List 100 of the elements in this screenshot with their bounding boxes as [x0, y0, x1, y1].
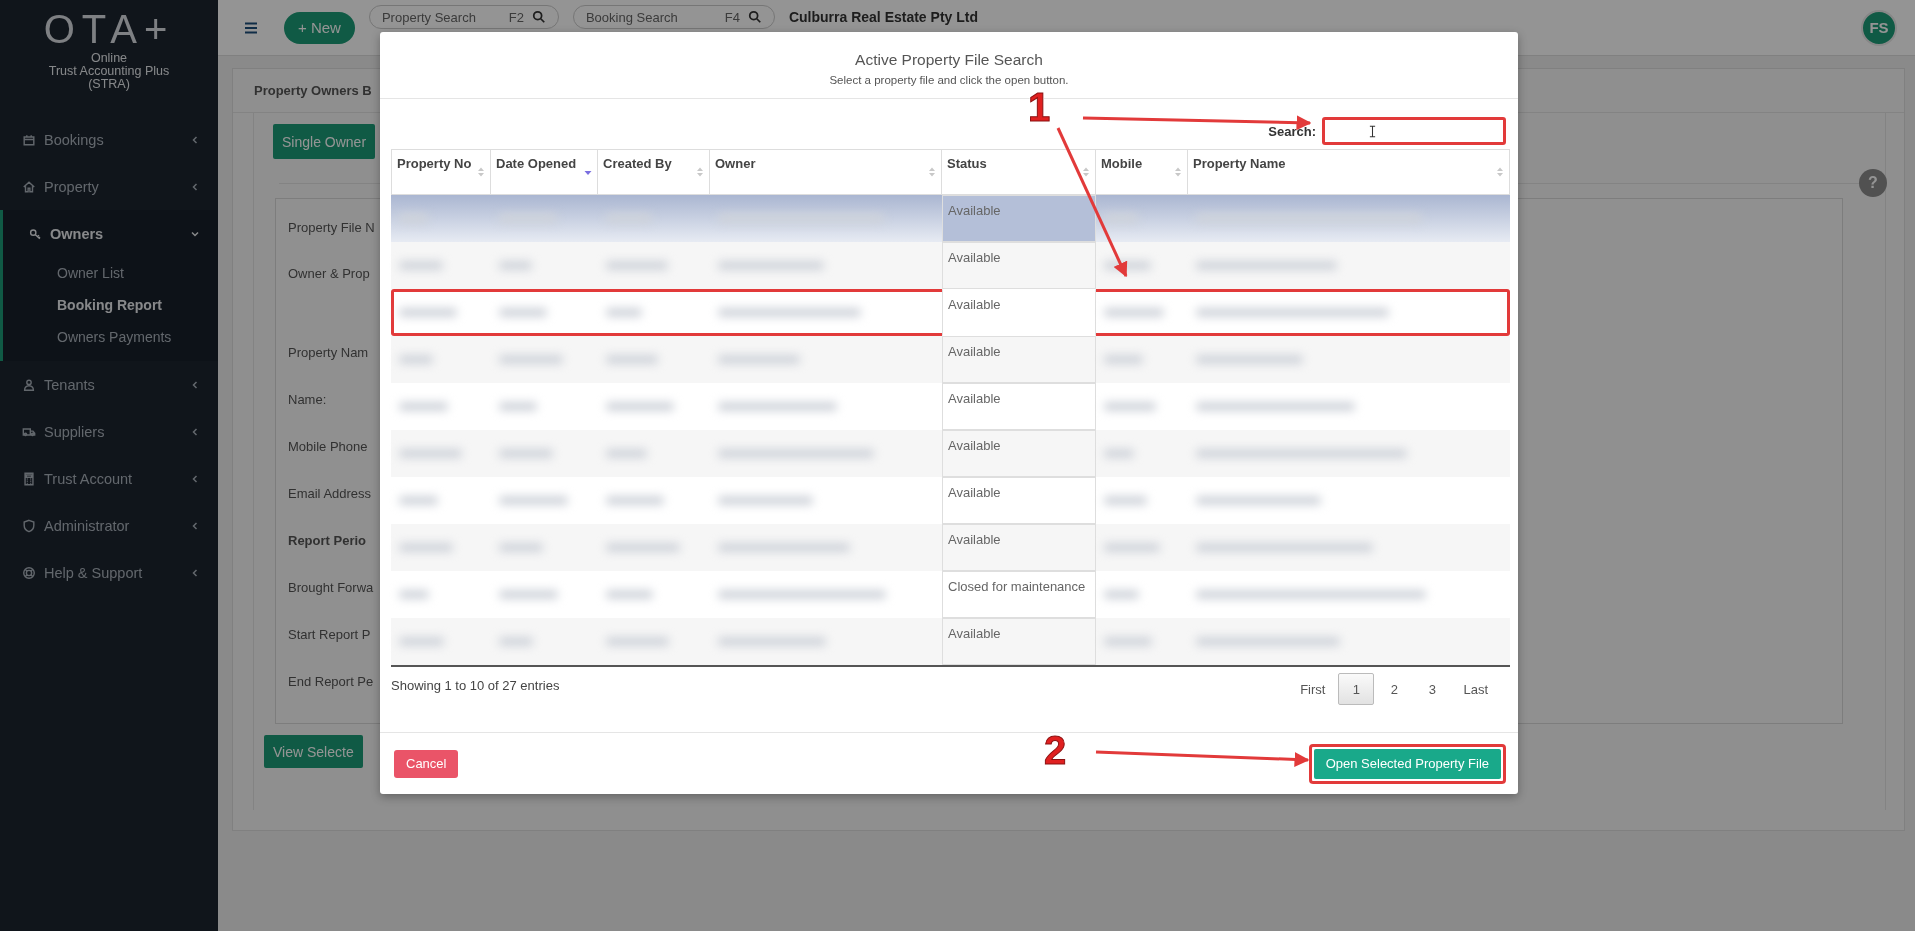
- sidebar-item[interactable]: Help & Support: [0, 549, 218, 596]
- company-name: Culburra Real Estate Pty Ltd: [788, 9, 979, 25]
- step-number: 2: [1044, 730, 1067, 770]
- key-icon: [28, 226, 42, 241]
- sidebar-item[interactable]: Administrator: [0, 502, 218, 549]
- form-label: Property Nam: [288, 345, 369, 360]
- form-label: Mobile Phone: [288, 439, 368, 454]
- sidebar-subitem[interactable]: Owner List: [3, 257, 218, 289]
- page-button[interactable]: Last: [1452, 673, 1499, 705]
- redacted-text: [499, 496, 569, 505]
- modal-subtitle: Select a property file and click the open button.: [829, 73, 1069, 86]
- sidebar-subitem[interactable]: Booking Report: [3, 289, 218, 321]
- sidebar-item[interactable]: Tenants: [0, 361, 218, 408]
- app-logo: OTA+: [43, 6, 175, 52]
- chevron-icon: [190, 181, 200, 192]
- status-cell: Available: [942, 242, 1096, 289]
- shield-icon: [22, 518, 36, 533]
- app-subtitle: Online: [90, 52, 128, 65]
- status-cell: Available: [942, 336, 1096, 383]
- redacted-text: [1104, 261, 1152, 270]
- redacted-text: [1104, 496, 1148, 505]
- sidebar-item[interactable]: Suppliers: [0, 408, 218, 455]
- calendar-icon: [22, 132, 36, 147]
- sidebar-item[interactable]: Owners: [3, 210, 218, 257]
- redacted-text: [499, 402, 538, 411]
- entries-info: Showing 1 to 10 of 27 entries: [391, 677, 560, 693]
- sidebar-item[interactable]: Property: [0, 163, 218, 210]
- lifebuoy-icon: [22, 565, 36, 580]
- chevron-icon: [190, 426, 200, 437]
- redacted-text: [399, 402, 448, 411]
- search-label: Search:: [1268, 123, 1316, 139]
- redacted-text: [499, 308, 548, 317]
- form-label: Name:: [288, 392, 327, 407]
- redacted-text: [1104, 308, 1165, 317]
- status-cell: Available: [942, 289, 1096, 336]
- table-row[interactable]: Available: [391, 430, 1510, 477]
- page-button[interactable]: 3: [1414, 673, 1451, 705]
- search-field[interactable]: [1322, 117, 1506, 145]
- redacted-text: [606, 308, 642, 317]
- form-label: Report Perio: [288, 533, 366, 548]
- column-header[interactable]: Property Name: [1188, 149, 1510, 194]
- status-cell: Available: [942, 195, 1096, 242]
- page-button[interactable]: 2: [1376, 673, 1413, 705]
- chevron-icon: [190, 134, 200, 145]
- modal-title: Active Property File Search: [855, 50, 1043, 69]
- chevron-icon: [190, 567, 200, 578]
- chevron-icon: [190, 520, 200, 531]
- redacted-text: [1104, 402, 1156, 411]
- table-row[interactable]: Available: [391, 289, 1510, 336]
- calculator-icon: [22, 471, 36, 486]
- redacted-text: [606, 496, 664, 505]
- page-button[interactable]: 1: [1338, 673, 1375, 705]
- app-subtitle: Trust Accounting Plus: [48, 65, 170, 78]
- status-cell: Available: [942, 524, 1096, 571]
- chevron-icon: [190, 379, 200, 390]
- open-button[interactable]: Open Selected Property File: [1313, 748, 1501, 779]
- column-header[interactable]: Property No: [391, 149, 491, 194]
- redacted-text: [606, 402, 675, 411]
- panel-title: Property Owners B: [254, 83, 372, 98]
- redacted-text: [399, 308, 457, 317]
- form-label: Start Report P: [288, 627, 371, 642]
- column-header[interactable]: Created By: [598, 149, 710, 194]
- page-button[interactable]: First: [1289, 673, 1337, 705]
- table-row[interactable]: Available: [391, 618, 1510, 665]
- person-icon: [22, 377, 36, 392]
- column-header[interactable]: Mobile: [1096, 149, 1188, 194]
- sidebar-item[interactable]: Bookings: [0, 116, 218, 163]
- form-label: Brought Forwa: [288, 580, 374, 595]
- status-cell: Available: [942, 430, 1096, 477]
- chevron-icon: [190, 473, 200, 484]
- table-row[interactable]: Available: [391, 195, 1510, 242]
- text-cursor-icon: [1369, 124, 1376, 138]
- column-header[interactable]: Owner: [710, 149, 942, 194]
- table-row[interactable]: Available: [391, 242, 1510, 289]
- menu-icon[interactable]: [244, 21, 258, 34]
- app-subtitle: (STRA): [88, 78, 130, 91]
- redacted-text: [399, 590, 430, 599]
- table-row[interactable]: Available: [391, 336, 1510, 383]
- step-number: 1: [1028, 87, 1051, 127]
- sidebar-item[interactable]: Trust Account: [0, 455, 218, 502]
- redacted-text: [606, 590, 654, 599]
- form-label: Property File N: [288, 220, 375, 235]
- redacted-text: [399, 496, 439, 505]
- status-cell: Available: [942, 618, 1096, 665]
- search-icon: [747, 10, 762, 24]
- house-icon: [22, 179, 36, 194]
- form-label: Email Address: [288, 486, 372, 501]
- status-cell: Closed for maintenance: [942, 571, 1096, 618]
- redacted-text: [499, 590, 559, 599]
- form-label: End Report Pe: [288, 674, 374, 689]
- status-cell: Available: [942, 383, 1096, 430]
- cancel-button[interactable]: Cancel: [394, 749, 459, 778]
- form-label: Owner & Prop: [288, 266, 370, 281]
- redacted-text: [1104, 590, 1139, 599]
- status-cell: Available: [942, 477, 1096, 524]
- sidebar-subitem[interactable]: Owners Payments: [3, 321, 218, 353]
- search-icon: [531, 10, 546, 24]
- column-header[interactable]: Status: [942, 149, 1096, 194]
- table-row[interactable]: Available: [391, 524, 1510, 571]
- column-header[interactable]: Date Opened: [491, 149, 598, 194]
